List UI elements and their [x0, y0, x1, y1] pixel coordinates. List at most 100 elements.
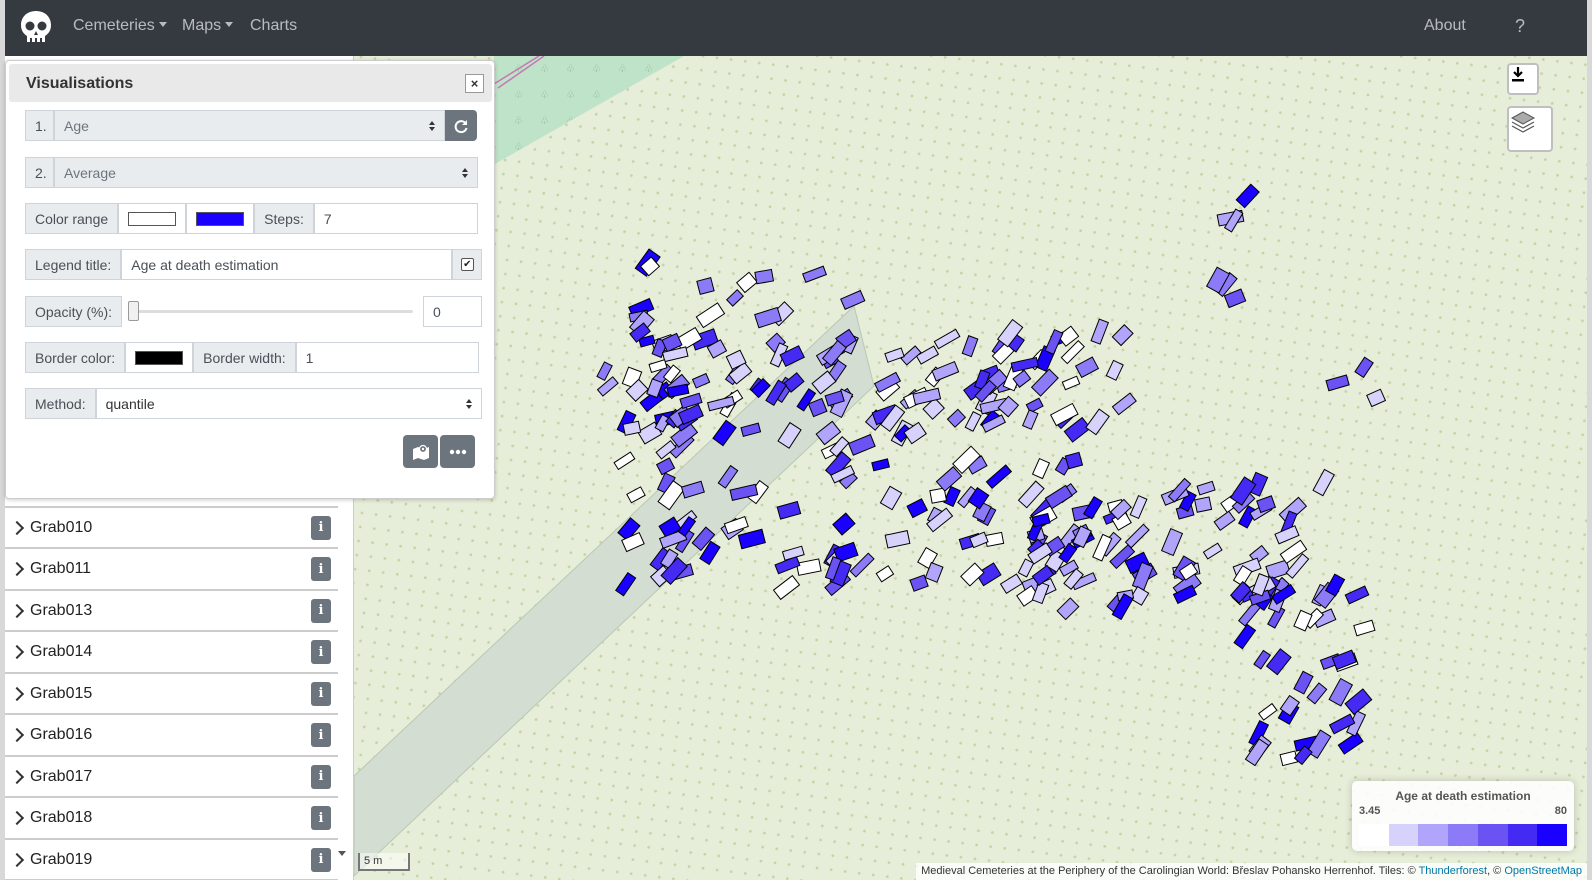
download-button[interactable] [1507, 63, 1539, 95]
color-to-swatch [196, 211, 245, 226]
list-item[interactable]: Grab016 i [5, 716, 338, 757]
map-canvas[interactable]: ♧ [354, 56, 1587, 880]
legend-title-label: Legend title: [25, 249, 122, 280]
more-options-button[interactable] [440, 435, 475, 468]
list-item-label: Grab010 [30, 518, 93, 536]
chevron-right-icon[interactable] [9, 727, 25, 743]
list-item[interactable]: Grab018 i [5, 799, 338, 840]
list-item[interactable]: Grab015 i [5, 674, 338, 715]
slider-track [132, 310, 414, 313]
border-width-input[interactable]: 1 [295, 342, 479, 373]
list-item[interactable]: Grab011 i [5, 550, 338, 591]
nav-cemeteries[interactable]: Cemeteries [73, 17, 167, 35]
info-icon[interactable]: i [311, 515, 331, 540]
skull-icon[interactable] [19, 9, 53, 47]
attribution-link-thunderforest[interactable]: Thunderforest [1419, 865, 1487, 877]
legend-title-input[interactable]: Age at death estimation [121, 249, 453, 280]
list-item-label: Grab018 [30, 809, 93, 826]
legend-step-7 [1537, 824, 1568, 846]
chevron-right-icon[interactable] [9, 769, 25, 784]
method-select[interactable]: quantile [95, 388, 482, 419]
nav-help[interactable]: ? [1515, 16, 1525, 37]
legend-step-5 [1477, 824, 1508, 846]
opacity-label: Opacity (%): [25, 296, 123, 327]
panel-header: Visualisations × [9, 64, 492, 102]
method-label: Method: [25, 388, 96, 419]
grave-polygon[interactable] [1194, 496, 1213, 513]
scale-bar: 5 m [358, 853, 410, 871]
grave-polygon[interactable] [984, 531, 1005, 548]
method-select-value: quantile [105, 395, 155, 412]
refresh-button[interactable] [445, 110, 477, 141]
slider-handle[interactable] [128, 301, 140, 321]
info-icon[interactable]: i [311, 681, 331, 706]
list-item[interactable]: Grab019 i [5, 840, 338, 880]
map-legend: Age at death estimation 3.45 80 [1352, 781, 1574, 851]
opacity-row: Opacity (%): 0 [25, 296, 483, 327]
chevron-right-icon[interactable] [9, 644, 25, 660]
legend-step-3 [1418, 824, 1449, 846]
legend-title-row: Legend title: Age at death estimation ✔ [25, 249, 483, 280]
row1-prefix: 1. [25, 110, 54, 141]
grave-polygon[interactable] [696, 277, 715, 295]
more-icon [449, 449, 466, 454]
close-button[interactable]: × [465, 74, 484, 93]
list-item-label: Grab013 [30, 601, 93, 619]
list-item-label: Grab015 [30, 684, 93, 702]
legend-step-1 [1359, 824, 1389, 846]
refresh-icon [454, 119, 468, 133]
chevron-down-icon [158, 22, 167, 27]
attribute-select-row: 1. Age [25, 110, 477, 141]
nav-charts[interactable]: Charts [250, 17, 297, 35]
legend-title: Age at death estimation [1395, 789, 1531, 803]
info-icon[interactable]: i [311, 598, 331, 623]
steps-label: Steps: [254, 203, 314, 234]
border-color-label: Border color: [25, 342, 126, 373]
chevron-right-icon[interactable] [9, 520, 25, 535]
info-icon[interactable]: i [311, 723, 331, 747]
opacity-input[interactable]: 0 [423, 296, 483, 327]
list-item[interactable]: Grab010 i [5, 508, 338, 549]
chevron-right-icon[interactable] [9, 603, 25, 618]
aggregation-select-value: Average [64, 164, 116, 181]
info-icon[interactable]: i [311, 640, 331, 664]
opacity-slider[interactable] [122, 296, 423, 327]
chevron-right-icon[interactable] [9, 686, 25, 701]
legend-title-toggle[interactable]: ✔ [452, 249, 483, 280]
list-item-label: Grab019 [30, 850, 93, 868]
color-range-row: Color range Steps: 7 [25, 203, 478, 234]
checkbox-checked-icon[interactable]: ✔ [460, 258, 474, 271]
list-item-label: Grab016 [30, 726, 93, 743]
chevron-right-icon[interactable] [9, 810, 25, 826]
info-icon[interactable]: i [311, 557, 331, 581]
method-row: Method: quantile [25, 388, 482, 419]
nav-about[interactable]: About [1424, 17, 1466, 35]
apply-map-button[interactable] [403, 435, 438, 468]
list-item[interactable]: Grab017 i [5, 757, 338, 798]
chevron-right-icon[interactable] [9, 852, 25, 867]
attribute-select[interactable]: Age [54, 110, 445, 141]
list-item[interactable]: Grab014 i [5, 633, 338, 674]
steps-input[interactable]: 7 [313, 203, 478, 234]
info-icon[interactable]: i [311, 847, 331, 872]
aggregation-select[interactable]: Average [54, 157, 478, 188]
grave-polygon[interactable] [754, 268, 775, 285]
row2-prefix: 2. [25, 157, 54, 188]
attribution-link-osm[interactable]: OpenStreetMap [1504, 865, 1582, 877]
color-to-picker[interactable] [186, 203, 255, 234]
aggregation-select-row: 2. Average [25, 157, 478, 188]
color-from-picker[interactable] [118, 203, 187, 234]
chevron-right-icon[interactable] [9, 561, 25, 577]
border-color-picker[interactable] [125, 342, 194, 373]
map-view[interactable]: ♧ Age at death estimation 3.45 80 5 m Me… [354, 56, 1587, 880]
info-icon[interactable]: i [311, 806, 331, 830]
list-item[interactable]: Grab013 i [5, 591, 338, 632]
layers-button[interactable] [1507, 106, 1553, 152]
scroll-down-arrow[interactable] [338, 851, 346, 856]
navbar: Cemeteries Maps Charts About ? [5, 0, 1587, 56]
info-icon[interactable]: i [311, 764, 331, 789]
chevron-down-icon [225, 22, 234, 27]
download-icon [1512, 67, 1524, 82]
visualisations-panel: Visualisations × 1. Age 2. Average Color… [5, 60, 495, 499]
nav-maps[interactable]: Maps [182, 17, 234, 35]
